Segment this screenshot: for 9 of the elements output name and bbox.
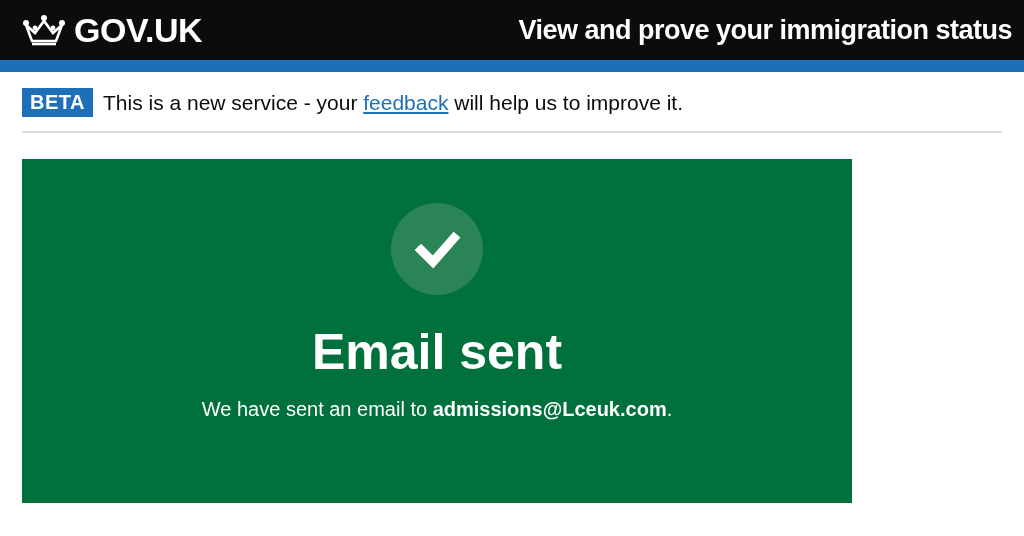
service-name-link[interactable]: View and prove your immigration status	[518, 14, 1012, 46]
panel-message: We have sent an email to admissions@Lceuk.com.	[201, 398, 673, 421]
phase-banner-text: This is a new service - your feedback will help us to improve it.	[102, 90, 684, 115]
phase-tag: BETA	[22, 88, 93, 117]
panel-title: Email sent	[311, 325, 563, 380]
govuk-logo-link[interactable]: GOV.UK	[22, 10, 202, 50]
feedback-link[interactable]: feedback	[363, 90, 449, 114]
crown-icon	[22, 13, 66, 47]
check-icon	[391, 203, 483, 295]
